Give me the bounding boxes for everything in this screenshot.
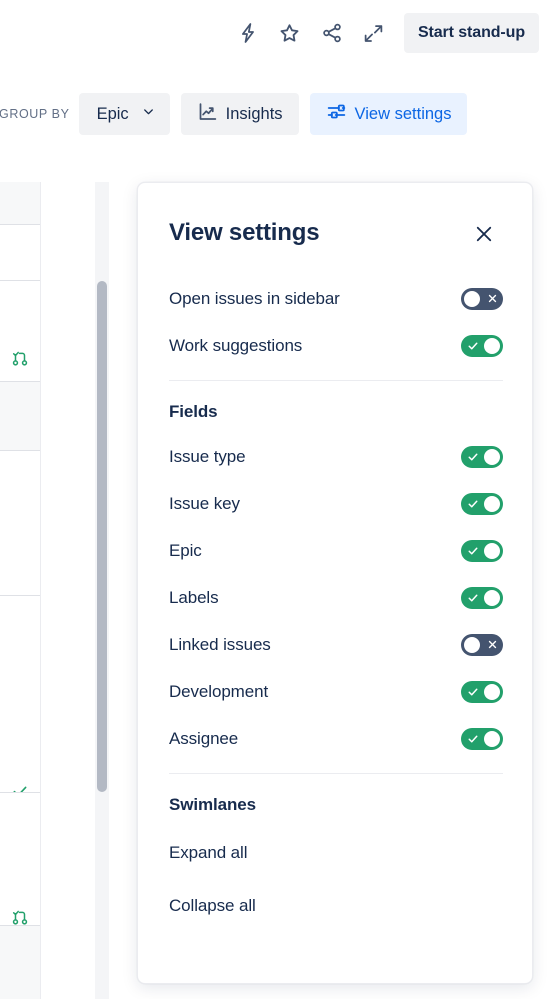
- screen-root: Start stand-up GROUP BY Epic Insights Vi…: [0, 0, 552, 999]
- branch-icon: [11, 908, 29, 926]
- top-toolbar-actions: Start stand-up: [227, 12, 539, 54]
- board-row[interactable]: [0, 451, 40, 595]
- check-icon: [463, 681, 483, 703]
- expand-icon-button[interactable]: [353, 12, 395, 54]
- collapse-all-action[interactable]: Collapse all: [169, 879, 503, 932]
- setting-row-open-issues-in-sidebar: Open issues in sidebar: [169, 275, 503, 322]
- board-column-partial: [0, 182, 41, 999]
- toggle-linked-issues[interactable]: [461, 633, 503, 656]
- setting-row-epic: Epic: [169, 527, 503, 574]
- board-row[interactable]: [0, 182, 40, 224]
- chevron-down-icon: [141, 104, 156, 124]
- toggle-knob: [484, 589, 500, 606]
- check-icon: [463, 335, 483, 357]
- board-row[interactable]: [0, 382, 40, 450]
- group-by-select[interactable]: Epic: [78, 93, 170, 135]
- setting-row-issue-type: Issue type: [169, 433, 503, 480]
- setting-label: Epic: [169, 540, 202, 560]
- close-icon-button[interactable]: [467, 217, 501, 251]
- group-by-value: Epic: [96, 104, 129, 123]
- board-row[interactable]: [0, 596, 40, 792]
- toggle-open-issues-in-sidebar[interactable]: [461, 287, 503, 310]
- share-icon-button[interactable]: [311, 12, 353, 54]
- sliders-icon: [326, 101, 347, 127]
- section-divider: [169, 773, 503, 774]
- board-row[interactable]: [0, 926, 40, 999]
- setting-row-labels: Labels: [169, 574, 503, 621]
- setting-row-issue-key: Issue key: [169, 480, 503, 527]
- group-by-label: GROUP BY: [0, 107, 70, 121]
- view-settings-panel: View settings Open issues in sidebar Wor…: [137, 182, 533, 984]
- setting-label: Open issues in sidebar: [169, 288, 340, 308]
- insights-label: Insights: [225, 104, 283, 123]
- check-icon: [463, 587, 483, 609]
- setting-label: Assignee: [169, 728, 239, 748]
- setting-row-linked-issues: Linked issues: [169, 621, 503, 668]
- toggle-issue-key[interactable]: [461, 492, 503, 515]
- toggle-knob: [484, 337, 500, 354]
- toggle-development[interactable]: [461, 680, 503, 703]
- panel-body: Open issues in sidebar Work suggestions: [138, 275, 534, 932]
- check-icon: [463, 728, 483, 750]
- setting-label: Work suggestions: [169, 335, 303, 355]
- insights-button[interactable]: Insights: [180, 93, 299, 135]
- board-control-bar: GROUP BY Epic Insights View settings: [0, 90, 552, 138]
- setting-row-development: Development: [169, 668, 503, 715]
- expand-icon: [365, 24, 383, 42]
- board-gutter: [42, 182, 91, 999]
- toggle-assignee[interactable]: [461, 727, 503, 750]
- board-row[interactable]: [0, 793, 40, 925]
- toggle-knob: [464, 290, 480, 307]
- setting-label: Issue type: [169, 446, 246, 466]
- cross-icon: [482, 634, 502, 656]
- toggle-knob: [464, 636, 480, 653]
- cross-icon: [482, 288, 502, 310]
- fields-section-heading: Fields: [169, 402, 218, 421]
- toggle-work-suggestions[interactable]: [461, 334, 503, 357]
- panel-title: View settings: [169, 219, 320, 246]
- toggle-knob: [484, 448, 500, 465]
- setting-label: Issue key: [169, 493, 240, 513]
- toggle-knob: [484, 730, 500, 747]
- view-settings-label: View settings: [354, 104, 452, 123]
- share-icon: [323, 23, 341, 43]
- setting-label: Development: [169, 681, 269, 701]
- board-column-edge: [110, 182, 136, 999]
- toggle-knob: [484, 683, 500, 700]
- toggle-epic[interactable]: [461, 539, 503, 562]
- lightning-bolt-icon: [241, 23, 254, 43]
- setting-row-assignee: Assignee: [169, 715, 503, 762]
- top-toolbar: Start stand-up: [0, 0, 552, 72]
- panel-header: View settings: [169, 219, 510, 255]
- star-icon-button[interactable]: [269, 12, 311, 54]
- toggle-knob: [484, 542, 500, 559]
- swimlanes-section-heading: Swimlanes: [169, 795, 256, 814]
- insights-chart-icon: [197, 101, 218, 127]
- toggle-issue-type[interactable]: [461, 445, 503, 468]
- toggle-knob: [484, 495, 500, 512]
- view-settings-button[interactable]: View settings: [309, 93, 468, 135]
- toggle-labels[interactable]: [461, 586, 503, 609]
- lightning-bolt-icon-button[interactable]: [227, 12, 269, 54]
- board-row[interactable]: [0, 225, 40, 280]
- branch-icon: [11, 349, 29, 367]
- star-icon: [280, 23, 299, 42]
- close-icon: [476, 226, 492, 242]
- start-standup-button[interactable]: Start stand-up: [403, 13, 539, 53]
- check-icon: [463, 446, 483, 468]
- setting-label: Linked issues: [169, 634, 271, 654]
- setting-row-work-suggestions: Work suggestions: [169, 322, 503, 369]
- section-divider: [169, 380, 503, 381]
- check-icon: [463, 540, 483, 562]
- vertical-scrollbar-thumb[interactable]: [97, 281, 107, 792]
- setting-label: Labels: [169, 587, 219, 607]
- expand-all-action[interactable]: Expand all: [169, 826, 503, 879]
- check-icon: [463, 493, 483, 515]
